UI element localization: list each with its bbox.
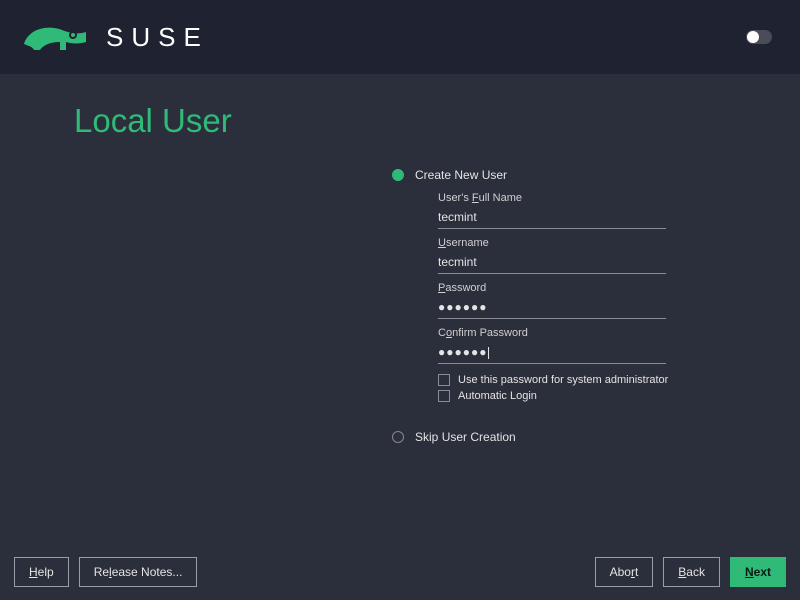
username-input[interactable] (438, 249, 666, 274)
username-label: Username (438, 237, 666, 249)
back-button[interactable]: Back (663, 557, 720, 587)
checkbox-automatic-login[interactable]: Automatic Login (438, 390, 692, 402)
radio-label: Skip User Creation (415, 430, 516, 444)
help-button[interactable]: Help (14, 557, 69, 587)
user-form: Create New User User's Full Name Usernam… (392, 168, 692, 454)
brand-word: SUSE (106, 22, 209, 53)
next-button[interactable]: Next (730, 557, 786, 587)
checkbox-label: Automatic Login (458, 390, 537, 402)
checkbox-icon (438, 374, 450, 386)
checkbox-icon (438, 390, 450, 402)
options-group: Use this password for system administrat… (438, 374, 692, 402)
full-name-input[interactable] (438, 204, 666, 229)
full-name-label: User's Full Name (438, 192, 666, 204)
radio-label: Create New User (415, 168, 507, 182)
checkbox-label: Use this password for system administrat… (458, 374, 668, 386)
page-title: Local User (74, 102, 800, 140)
confirm-password-label: Confirm Password (438, 327, 666, 339)
radio-icon (392, 431, 404, 443)
radio-icon (392, 169, 404, 181)
radio-skip-user-creation[interactable]: Skip User Creation (392, 430, 692, 444)
release-notes-button[interactable]: Release Notes... (79, 557, 198, 587)
brand-logo: SUSE (22, 20, 209, 54)
confirm-password-input[interactable]: ●●●●●● (438, 339, 666, 364)
password-input[interactable]: ●●●●●● (438, 294, 666, 319)
sun-icon (747, 31, 759, 43)
theme-toggle[interactable] (746, 30, 772, 44)
password-label: Password (438, 282, 666, 294)
abort-button[interactable]: Abort (595, 557, 654, 587)
radio-create-new-user[interactable]: Create New User (392, 168, 692, 182)
header-bar: SUSE (0, 0, 800, 74)
chameleon-icon (22, 20, 92, 54)
create-user-fields: User's Full Name Username Password ●●●●●… (438, 192, 666, 364)
checkbox-use-for-admin[interactable]: Use this password for system administrat… (438, 374, 692, 386)
footer-bar: Help Release Notes... Abort Back Next (0, 544, 800, 600)
